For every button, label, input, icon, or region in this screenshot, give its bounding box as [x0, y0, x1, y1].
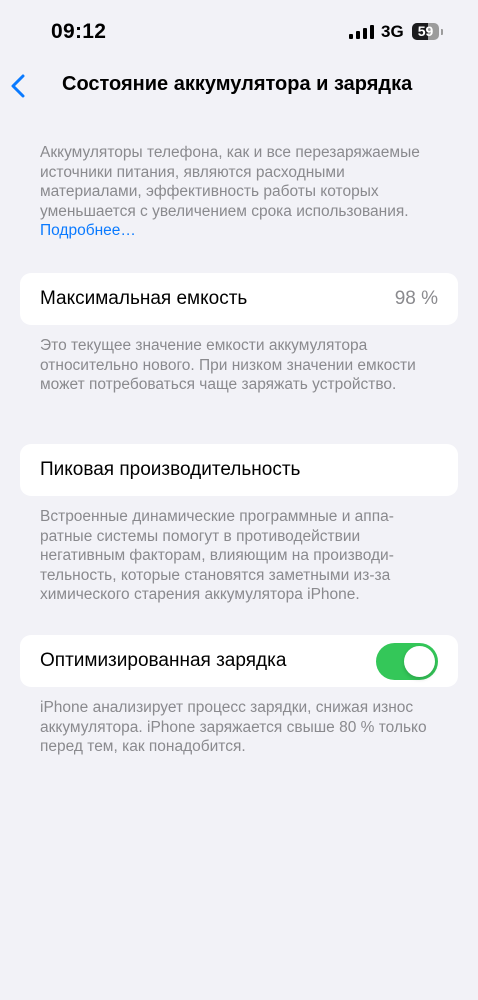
intro-description: Аккумуляторы телефона, как и все перезар…	[40, 143, 440, 241]
max-capacity-footnote: Это текущее значение емкости аккумулятор…	[40, 337, 416, 393]
peak-performance-footnote: Встроенные динамические программные и ап…	[40, 508, 394, 603]
learn-more-link[interactable]: Подробнее…	[40, 222, 136, 239]
peak-performance-row: Пиковая производительность	[20, 444, 458, 496]
signal-icon	[349, 25, 375, 39]
max-capacity-value: 98 %	[394, 288, 438, 309]
status-bar: 09:12 3G 59	[0, 0, 478, 60]
battery-icon: 59	[412, 23, 439, 40]
optimized-charging-label: Оптимизированная зарядка	[40, 650, 287, 671]
chevron-left-icon	[11, 74, 25, 98]
navigation-bar: Состояние аккумулятора и зарядка	[0, 62, 478, 108]
max-capacity-label: Максимальная емкость	[40, 288, 248, 309]
page-title: Состояние аккумулятора и зарядка	[62, 73, 413, 95]
battery-cap	[441, 29, 443, 35]
back-button[interactable]	[6, 66, 36, 102]
network-type: 3G	[381, 22, 404, 41]
toggle-knob	[404, 646, 435, 677]
optimized-charging-row: Оптимизированная зарядка	[20, 635, 458, 687]
optimized-charging-footnote: iPhone анализирует процесс зарядки, сниж…	[40, 699, 427, 755]
peak-performance-label: Пиковая производительность	[40, 459, 301, 480]
optimized-charging-toggle[interactable]	[376, 643, 438, 680]
intro-text: Аккумуляторы телефона, как и все перезар…	[40, 144, 420, 220]
max-capacity-row: Максимальная емкость 98 %	[20, 273, 458, 325]
status-time: 09:12	[51, 20, 107, 43]
battery-level: 59	[417, 23, 434, 39]
